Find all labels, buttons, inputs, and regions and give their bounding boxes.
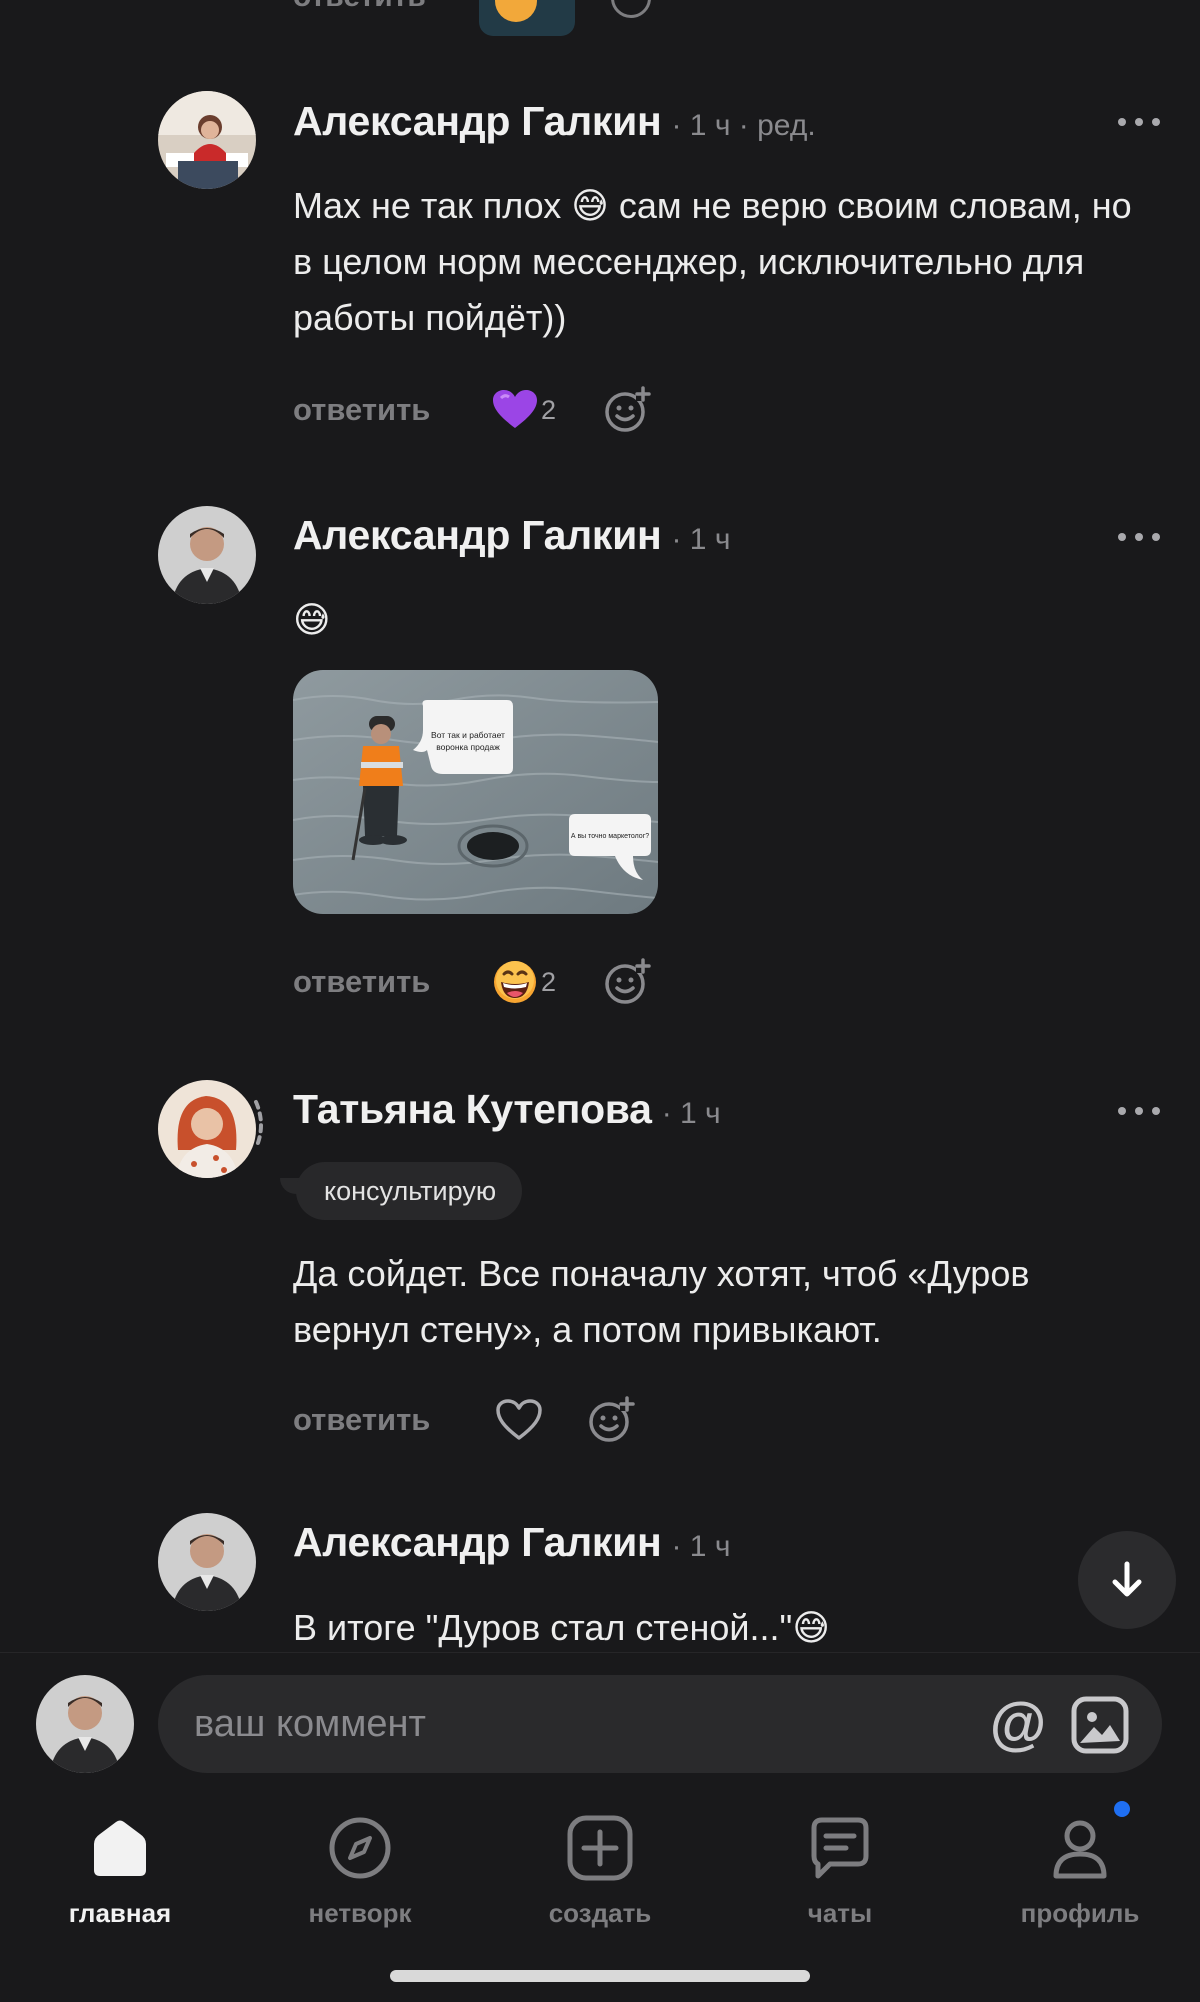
comment-text: Max не так плох 😅 сам не верю своим слов… <box>293 185 1132 338</box>
reaction-chip[interactable] <box>479 0 575 36</box>
comment-actions: ответить <box>293 1392 635 1448</box>
tab-network[interactable]: нетворк <box>260 1812 460 1942</box>
reply-button[interactable]: ответить <box>293 1402 430 1438</box>
add-reaction-icon[interactable] <box>611 0 651 18</box>
tab-label: чаты <box>807 1898 873 1928</box>
author-name[interactable]: Татьяна Кутепова <box>293 1086 652 1133</box>
comment-text: 😅 <box>293 599 331 640</box>
comment-header: Александр Галкин · 1 ч <box>293 1519 730 1566</box>
comment-text: В итоге "Дуров стал стеной..."😅 <box>293 1607 830 1648</box>
author-name[interactable]: Александр Галкин <box>293 98 662 145</box>
svg-text:А вы точно маркетолог?: А вы точно маркетолог? <box>571 833 649 840</box>
author-name[interactable]: Александр Галкин <box>293 512 662 559</box>
reply-button[interactable]: ответить <box>293 0 426 14</box>
chat-icon <box>804 1812 876 1884</box>
tab-create[interactable]: создать <box>500 1812 700 1942</box>
tab-label: создать <box>548 1898 652 1928</box>
comment-time: · 1 ч <box>671 1530 731 1563</box>
avatar[interactable] <box>158 91 256 189</box>
add-reaction-icon[interactable] <box>587 1396 635 1444</box>
profile-icon <box>1044 1812 1116 1884</box>
comment-header: Александр Галкин · 1 ч <box>293 512 730 559</box>
add-reaction-icon[interactable] <box>603 958 651 1006</box>
tab-label: профиль <box>1020 1898 1140 1928</box>
svg-text:воронка продаж: воронка продаж <box>436 742 500 752</box>
reaction-purple-heart[interactable]: 2 <box>493 388 556 432</box>
comment-header: Александр Галкин · 1 ч · ред. <box>293 98 816 145</box>
arrow-down-icon <box>1112 1561 1142 1597</box>
home-indicator <box>390 1970 810 1982</box>
my-avatar[interactable] <box>36 1675 134 1773</box>
mention-icon[interactable]: @ <box>986 1691 1050 1756</box>
emoji-icon <box>495 0 537 22</box>
comment-time: · 1 ч <box>671 523 731 556</box>
tab-label: нетворк <box>308 1898 412 1928</box>
avatar[interactable] <box>158 1080 256 1178</box>
more-options-icon[interactable] <box>1118 1101 1160 1121</box>
plus-square-icon <box>564 1812 636 1884</box>
comment-composer: @ <box>0 1652 1200 1792</box>
avatar[interactable] <box>158 1513 256 1611</box>
tab-label: главная <box>68 1898 172 1928</box>
meme-image[interactable]: Вот так и работает воронка продаж А вы т… <box>293 670 658 914</box>
add-reaction-icon[interactable] <box>603 386 651 434</box>
reply-button[interactable]: ответить <box>293 392 430 428</box>
comment-header: Татьяна Кутепова · 1 ч <box>293 1086 721 1133</box>
home-icon <box>84 1812 156 1884</box>
compass-icon <box>324 1812 396 1884</box>
author-name[interactable]: Александр Галкин <box>293 1519 662 1566</box>
comment-actions: ответить 2 <box>293 954 651 1010</box>
reaction-count: 2 <box>541 394 557 425</box>
comment-input[interactable] <box>194 1675 894 1773</box>
previous-comment-actions: ответить <box>293 0 651 36</box>
tab-home[interactable]: главная <box>20 1812 220 1942</box>
avatar[interactable] <box>158 506 256 604</box>
notification-dot <box>1114 1801 1130 1817</box>
tab-chats[interactable]: чаты <box>740 1812 940 1942</box>
reaction-grinning[interactable]: 2 <box>493 960 556 1004</box>
grinning-face-icon <box>494 961 536 1003</box>
purple-heart-icon <box>493 390 537 428</box>
story-ring-icon <box>254 1100 263 1150</box>
tab-profile[interactable]: профиль <box>980 1812 1180 1942</box>
like-heart-icon[interactable] <box>495 1398 543 1442</box>
more-options-icon[interactable] <box>1118 112 1160 132</box>
status-badge: консультирую <box>296 1162 523 1220</box>
comment-time: · 1 ч <box>661 1097 721 1130</box>
comment-input-wrapper: @ <box>158 1675 1162 1773</box>
more-options-icon[interactable] <box>1118 527 1160 547</box>
comment-text: Да сойдет. Все поначалу хотят, чтоб «Дур… <box>293 1253 1030 1350</box>
svg-text:Вот так и работает: Вот так и работает <box>431 730 505 740</box>
comment-actions: ответить 2 <box>293 382 651 438</box>
scroll-down-button[interactable] <box>1078 1531 1176 1629</box>
attach-image-icon[interactable] <box>1070 1695 1130 1755</box>
comments-feed[interactable]: ответить Александр Галкин · 1 ч · ред. M… <box>0 0 1200 1652</box>
comment-time: · 1 ч · ред. <box>671 109 816 142</box>
reply-button[interactable]: ответить <box>293 964 430 1000</box>
reaction-count: 2 <box>541 966 557 997</box>
